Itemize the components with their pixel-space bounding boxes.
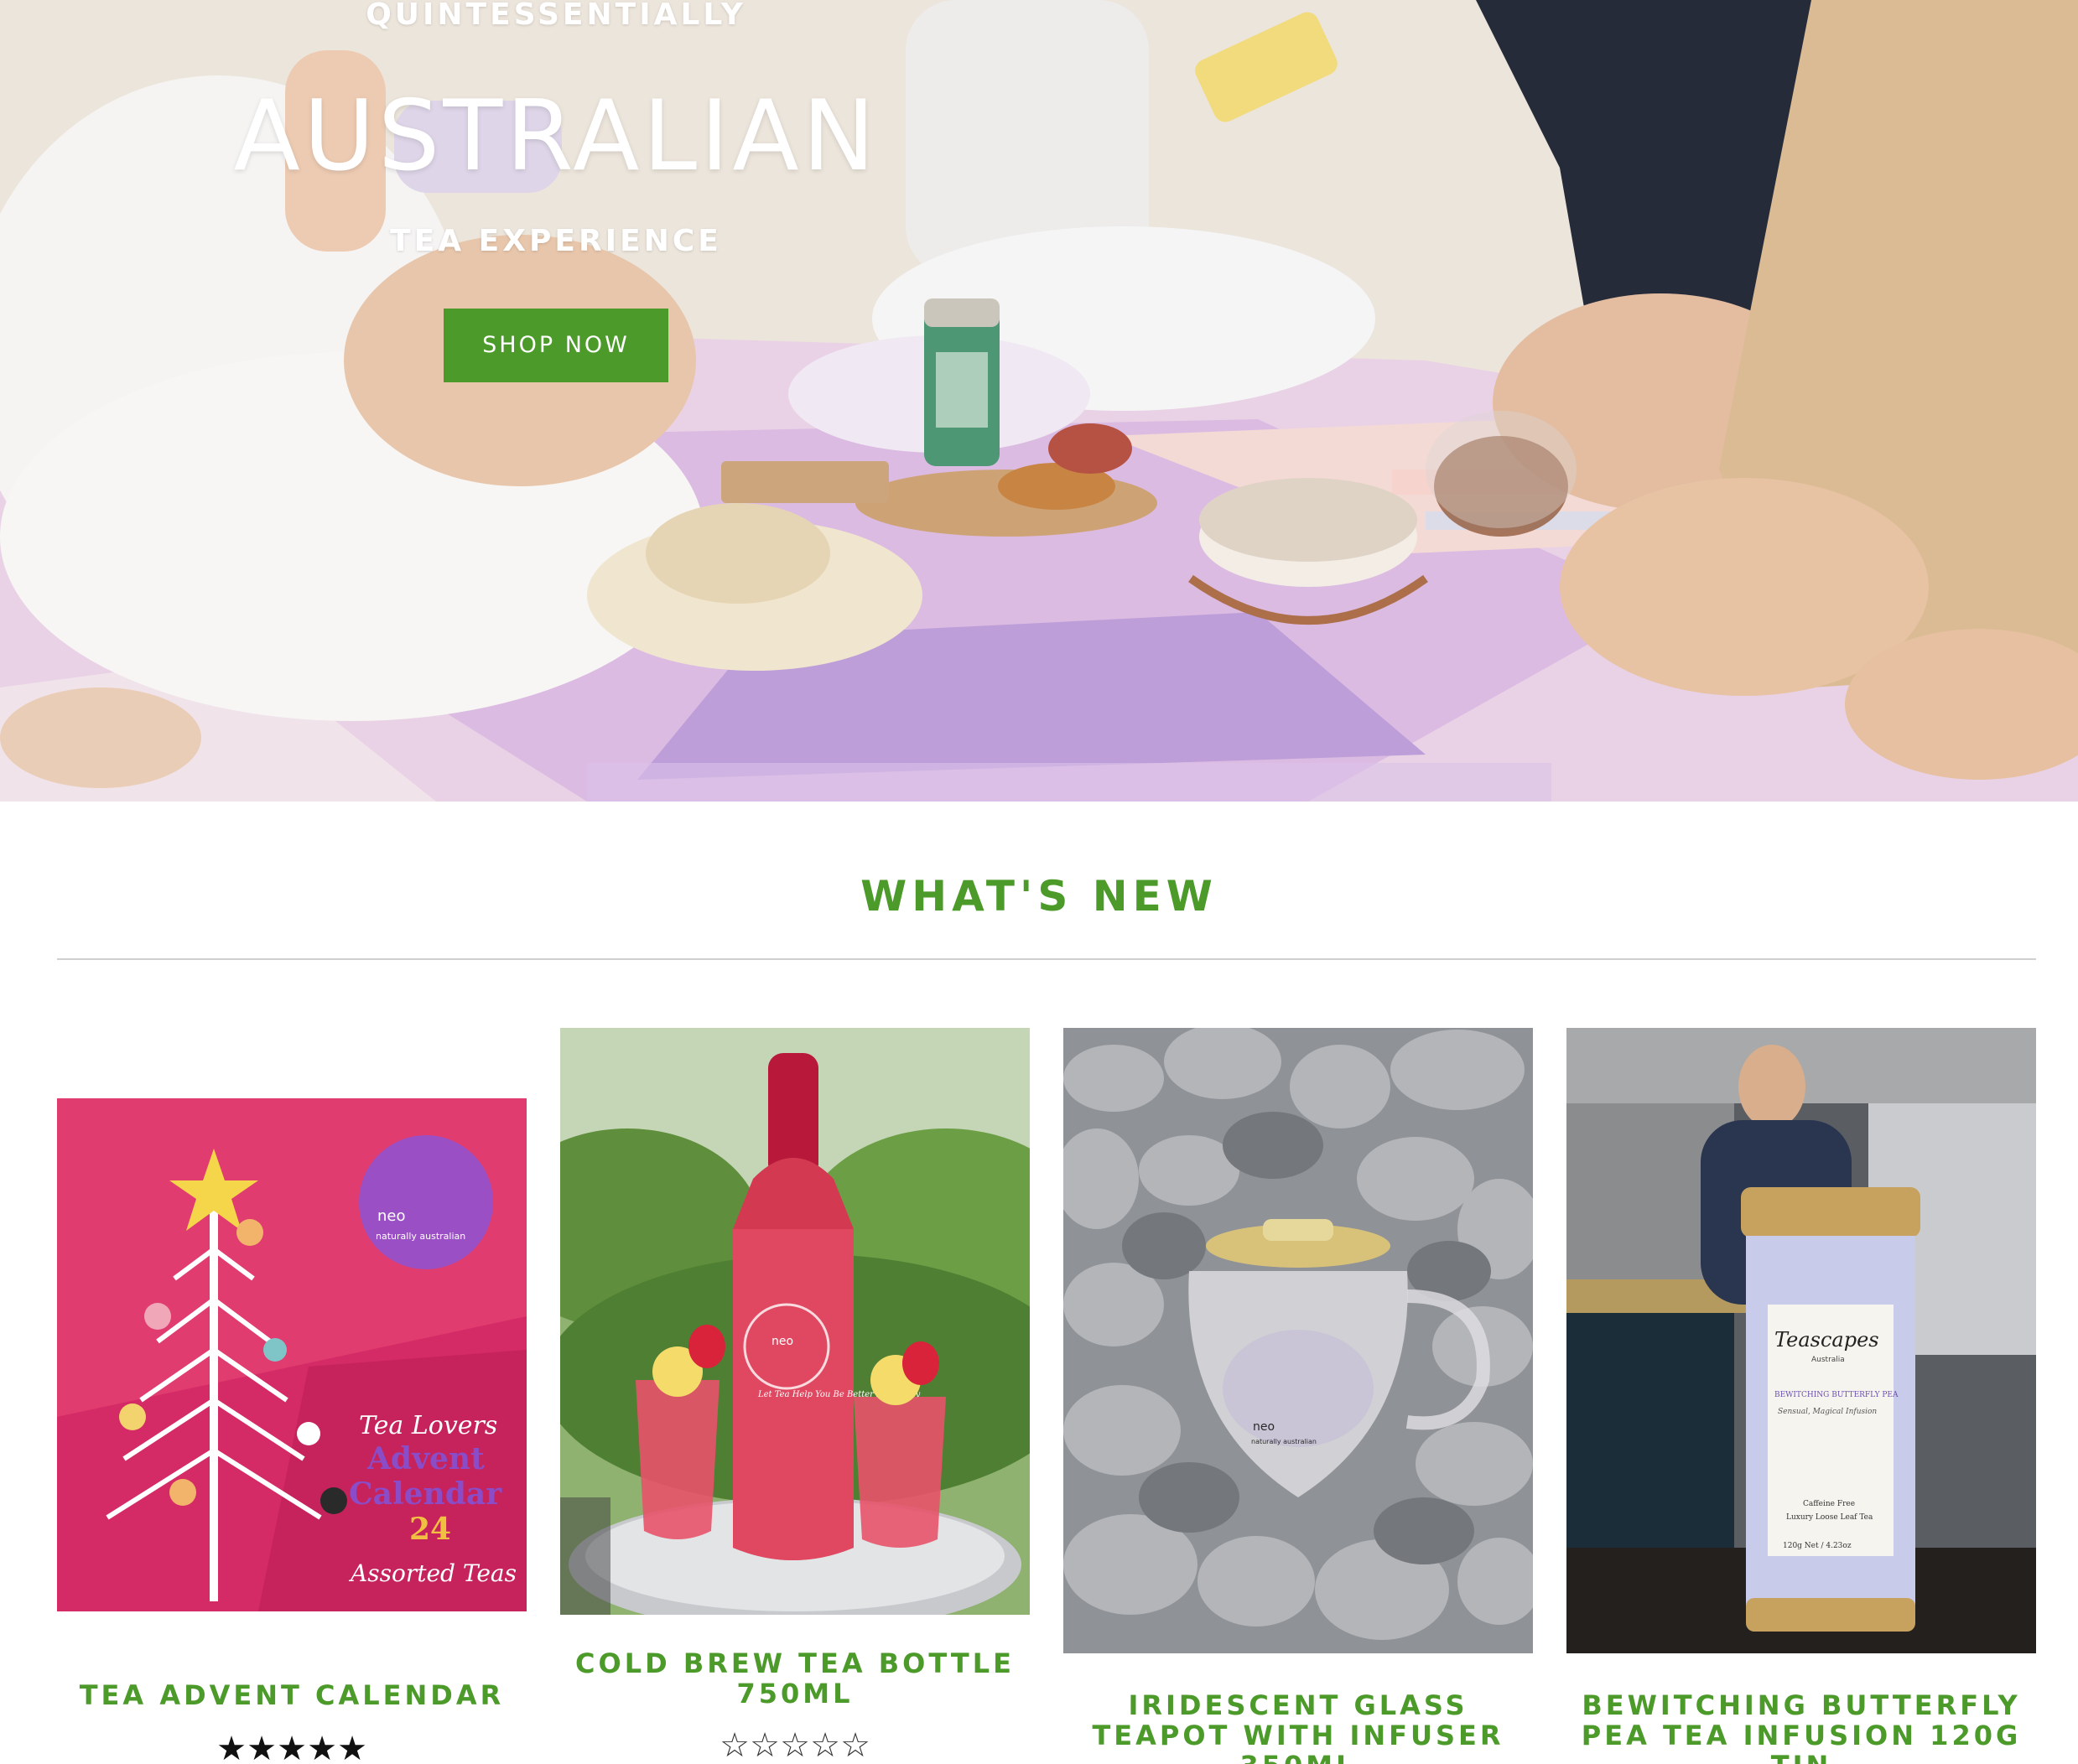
product-name-cold-brew-bottle[interactable]: COLD BREW TEA BOTTLE 750ML [560,1648,1030,1709]
star-filled-icon: ★ [277,1730,307,1764]
svg-text:naturally australian: naturally australian [376,1231,465,1242]
svg-text:Caffeine Free: Caffeine Free [1803,1500,1855,1508]
product-card-butterfly-pea-tin[interactable]: Teascapes Australia BEWITCHING BUTTERFLY… [1566,1028,2036,1764]
star-empty-icon: ☆ [750,1726,780,1764]
svg-text:Teascapes: Teascapes [1774,1328,1879,1352]
hero-subtitle: TEA EXPERIENCE [390,224,722,258]
product-name-advent-calendar[interactable]: TEA ADVENT CALENDAR [57,1680,527,1710]
hero-kicker: QUINTESSENTIALLY [366,0,746,32]
svg-text:Tea Lovers: Tea Lovers [359,1411,497,1440]
svg-text:BEWITCHING BUTTERFLY PEA: BEWITCHING BUTTERFLY PEA [1774,1391,1899,1399]
product-name-glass-teapot[interactable]: IRIDESCENT GLASS TEAPOT WITH INFUSER 350… [1063,1690,1533,1764]
star-filled-icon: ★ [247,1730,277,1764]
page: QUINTESSENTIALLY AUSTRALIAN TEA EXPERIEN… [0,0,2078,1764]
svg-text:Calendar: Calendar [349,1476,502,1512]
section-divider [57,958,2036,960]
product-image-butterfly-pea-tin[interactable]: Teascapes Australia BEWITCHING BUTTERFLY… [1566,1028,2036,1653]
svg-text:Assorted Teas: Assorted Teas [348,1559,517,1587]
svg-text:24: 24 [409,1512,451,1547]
hero-text-block: QUINTESSENTIALLY AUSTRALIAN TEA EXPERIEN… [191,0,921,382]
star-empty-icon: ☆ [720,1726,750,1764]
star-empty-icon: ☆ [780,1726,810,1764]
hero-banner: QUINTESSENTIALLY AUSTRALIAN TEA EXPERIEN… [0,0,2078,802]
rating-stars-empty: ☆☆☆☆☆ [560,1729,1030,1762]
star-filled-icon: ★ [216,1730,247,1764]
product-card-advent-calendar[interactable]: neo naturally australian Tea Lovers Adve… [57,1028,527,1764]
product-image-cold-brew-bottle[interactable]: neo Let Tea Help You Be Better Every Day [560,1028,1030,1615]
star-filled-icon: ★ [337,1730,367,1764]
whats-new-heading: WHAT'S NEW [860,872,1218,921]
svg-text:Sensual, Magical Infusion: Sensual, Magical Infusion [1778,1408,1877,1416]
svg-text:Luxury Loose Leaf Tea: Luxury Loose Leaf Tea [1786,1513,1873,1522]
svg-text:neo: neo [377,1207,406,1225]
svg-text:neo: neo [771,1335,793,1348]
star-empty-icon: ☆ [810,1726,840,1764]
product-card-cold-brew-bottle[interactable]: neo Let Tea Help You Be Better Every Day… [560,1028,1030,1764]
hero-title: AUSTRALIAN [233,80,879,193]
svg-text:Advent: Advent [366,1441,485,1476]
svg-text:neo: neo [1253,1420,1275,1434]
product-name-butterfly-pea-tin[interactable]: BEWITCHING BUTTERFLY PEA TEA INFUSION 12… [1566,1690,2036,1764]
rating-stars-filled: ★★★★★ [57,1732,527,1764]
svg-text:120g Net / 4.23oz: 120g Net / 4.23oz [1783,1542,1852,1550]
product-image-advent-calendar[interactable]: neo naturally australian Tea Lovers Adve… [57,1098,527,1611]
product-image-glass-teapot[interactable]: neo naturally australian [1063,1028,1533,1653]
shop-now-button[interactable]: SHOP NOW [444,309,668,382]
svg-text:naturally australian: naturally australian [1251,1438,1317,1445]
star-filled-icon: ★ [307,1730,337,1764]
star-empty-icon: ☆ [840,1726,870,1764]
svg-text:Australia: Australia [1811,1356,1845,1364]
product-card-glass-teapot[interactable]: neo naturally australian IRIDESCENT GLAS… [1063,1028,1533,1764]
